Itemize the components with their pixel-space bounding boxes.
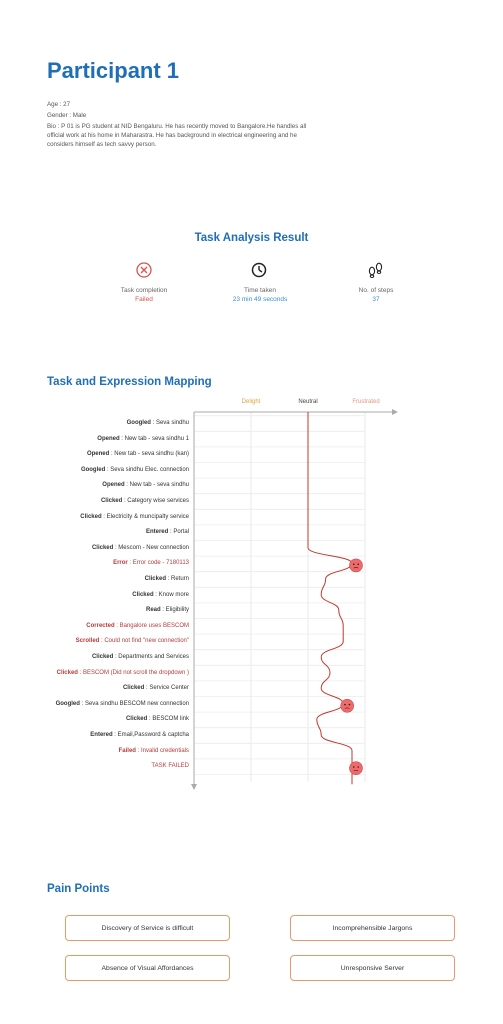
step-detail: : BESCOM (Did not scroll the dropdown ) — [77, 669, 189, 676]
pain-point-card: Unresponsive Server — [290, 955, 455, 981]
step-action: Clicked — [132, 591, 154, 598]
step-label: Googled : Seva sindhu Elec. connection — [81, 466, 189, 474]
step-label: Scrolled : Could not find "new connectio… — [76, 637, 189, 645]
step-label: Opened : New tab - seva sindhu — [102, 481, 189, 489]
expression-line — [307, 412, 353, 785]
step-detail: : Mescom - New connection — [113, 544, 189, 551]
step-action: Opened — [102, 482, 125, 489]
step-detail: : Service Center — [144, 685, 189, 692]
step-action: Googled — [55, 700, 80, 707]
step-detail: : Eligibility — [160, 607, 189, 614]
step-label: Failed : Invalid credentials — [119, 747, 189, 755]
step-detail: : New tab - seva sindhu — [124, 482, 189, 489]
step-action: Corrected — [86, 622, 115, 629]
step-label: Opened : New tab - seva sindhu 1 — [97, 435, 189, 443]
y-axis-arrow — [191, 784, 197, 790]
step-action: Entered — [145, 529, 169, 536]
frustrated-face-icon — [349, 558, 363, 573]
step-detail: : Seva sindhu — [150, 420, 189, 426]
step-action: Googled — [126, 420, 151, 426]
step-label: Clicked : Category wise services — [101, 497, 189, 505]
step-detail: : Bangalore uses BESCOM — [114, 622, 189, 629]
step-detail: : Seva sindhu BESCOM new connection — [79, 700, 189, 707]
step-detail: : Know more — [153, 591, 189, 598]
step-label: Entered : Portal — [146, 528, 189, 536]
step-label: Clicked : Service Center — [123, 684, 189, 692]
step-detail: : Departments and Services — [113, 654, 189, 660]
frustrated-face-icon — [340, 698, 355, 713]
pain-point-card: Incomprehensible Jargons — [290, 915, 455, 941]
step-label: Googled : Seva sindhu — [127, 419, 189, 427]
step-action: Failed — [118, 747, 136, 754]
step-action: Scrolled — [75, 638, 100, 645]
step-action: Opened — [97, 435, 120, 442]
step-detail: : Error code - 7180113 — [127, 560, 189, 567]
step-label: Googled : Seva sindhu BESCOM new connect… — [56, 700, 189, 708]
step-action: Read — [145, 607, 161, 614]
step-detail: : Category wise services — [122, 498, 189, 504]
step-detail: : Invalid credentials — [135, 747, 189, 754]
pain-point-card: Absence of Visual Affordances — [65, 955, 230, 981]
step-action: Clicked — [80, 513, 102, 520]
step-action: Clicked — [100, 498, 123, 504]
step-label: Clicked : BESCOM link — [126, 715, 189, 723]
step-detail: : Could not find "new connection" — [99, 638, 189, 645]
step-label: Read : Eligibility — [146, 606, 189, 614]
step-detail: : New tab - seva sindhu (kan) — [109, 451, 189, 458]
x-axis-arrow — [392, 409, 398, 415]
step-label: TASK FAILED — [151, 762, 189, 770]
pain-points-title: Pain Points — [47, 883, 110, 895]
step-detail: : Electricity & muncipalty service — [101, 513, 189, 520]
step-action: Clicked — [125, 716, 148, 723]
step-action: Clicked — [144, 576, 166, 582]
step-detail: : Portal — [168, 529, 189, 536]
step-action: Error — [113, 560, 128, 567]
step-detail: : Seva sindhu Elec. connection — [105, 466, 189, 473]
step-action: Clicked — [122, 685, 145, 692]
step-action: Clicked — [91, 544, 114, 551]
step-label: Clicked : Electricity & muncipalty servi… — [80, 513, 189, 521]
step-action: Clicked — [56, 669, 78, 676]
step-label: Clicked : Mescom - New connection — [92, 544, 189, 552]
step-label: Clicked : BESCOM (Did not scroll the dro… — [57, 669, 189, 677]
pain-point-card: Discovery of Service is difficult — [65, 915, 230, 941]
step-action: Clicked — [91, 654, 114, 660]
step-label: Entered : Email,Password & captcha — [90, 731, 189, 739]
step-label: Clicked : Know more — [132, 591, 189, 599]
step-detail: : Email,Password & captcha — [112, 732, 189, 738]
chart-grid — [194, 412, 366, 782]
step-label: Opened : New tab - seva sindhu (kan) — [87, 450, 189, 458]
expression-chart — [191, 409, 398, 790]
step-action: Entered — [90, 732, 113, 738]
step-detail: : BESCOM link — [147, 716, 189, 723]
step-label: Clicked : Return — [145, 575, 189, 583]
step-label: Error : Error code - 7180113 — [113, 559, 189, 567]
step-detail: : Return — [165, 576, 189, 582]
step-detail: TASK FAILED — [151, 763, 189, 770]
step-label: Corrected : Bangalore uses BESCOM — [86, 622, 189, 630]
step-action: Googled — [80, 466, 106, 473]
step-detail: : New tab - seva sindhu 1 — [119, 435, 189, 442]
frustrated-face-icon — [349, 761, 363, 776]
step-action: Opened — [86, 451, 110, 458]
step-label: Clicked : Departments and Services — [92, 653, 189, 661]
